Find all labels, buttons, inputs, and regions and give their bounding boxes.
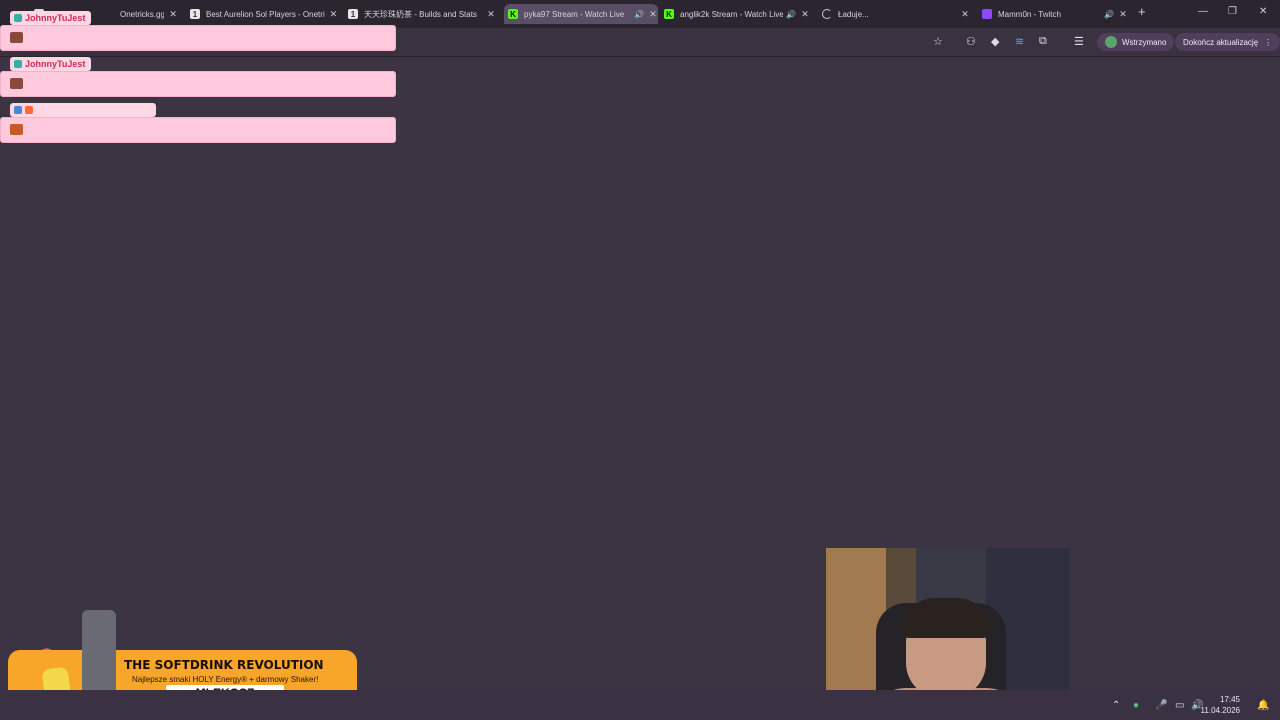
- chat-username-text: JohnnyTuJest: [25, 13, 86, 23]
- close-icon[interactable]: ✕: [648, 9, 658, 20]
- speaker-icon[interactable]: 🔊: [1104, 10, 1114, 19]
- app-tray-icon[interactable]: ●: [1133, 700, 1139, 711]
- taskbar: ⌃ ● 🎤 ▭ 🔊 17:45 11.04.2026 🔔: [0, 690, 1280, 720]
- kick-icon: K: [508, 9, 518, 19]
- tab-loading[interactable]: Ładuje... ✕: [822, 4, 970, 24]
- badge-icon: [14, 60, 22, 68]
- paused-profile-button[interactable]: Wstrzymano: [1097, 33, 1175, 51]
- emote-icon: [10, 32, 23, 43]
- chat-username-text: JohnnyTuJest: [25, 59, 86, 69]
- tab-builds[interactable]: 1 天天珍珠奶茶 - Builds and Stats ✕: [348, 4, 496, 24]
- tab-twitch[interactable]: Mamm0n - Twitch 🔊 ✕: [982, 4, 1128, 24]
- badge-icon: [25, 106, 33, 114]
- restore-button[interactable]: ❐: [1228, 6, 1237, 17]
- close-icon[interactable]: ✕: [800, 9, 810, 20]
- close-icon[interactable]: ✕: [1118, 9, 1128, 20]
- tab-title: Mamm0n - Twitch: [998, 9, 1061, 19]
- tab-title: pyka97 Stream - Watch Live: [524, 9, 625, 19]
- ad-title: THE SOFTDRINK REVOLUTION: [124, 658, 324, 672]
- chat-message: [0, 71, 396, 97]
- chat-username: [10, 103, 156, 117]
- clock[interactable]: 17:45 11.04.2026: [1201, 694, 1240, 716]
- extension-mask-icon[interactable]: ⚇: [966, 35, 976, 48]
- twitch-icon: [982, 9, 992, 19]
- tab-title: Ładuje...: [838, 9, 869, 19]
- more-icon: ⋮: [1264, 37, 1273, 47]
- ad-subtitle: Najlepsze smaki HOLY Energy® + darmowy S…: [132, 675, 319, 684]
- onetricks-icon: 1: [348, 9, 358, 19]
- close-icon[interactable]: ✕: [168, 9, 178, 20]
- close-window-button[interactable]: ✕: [1259, 6, 1267, 17]
- chat-username: JohnnyTuJest: [10, 11, 92, 25]
- reading-list-icon[interactable]: ☰: [1074, 35, 1084, 48]
- minimize-button[interactable]: —: [1198, 6, 1208, 17]
- tab-anglik2k[interactable]: K anglik2k Stream - Watch Live 🔊 ✕: [664, 4, 810, 24]
- microphone-icon[interactable]: 🎤: [1155, 700, 1167, 711]
- chat-username: JohnnyTuJest: [10, 57, 92, 71]
- notification-icon[interactable]: 🔔: [1257, 700, 1269, 711]
- chevron-up-icon[interactable]: ⌃: [1112, 700, 1120, 711]
- paused-label: Wstrzymano: [1122, 37, 1167, 47]
- speaker-icon[interactable]: 🔊: [786, 10, 796, 19]
- emote-icon: [10, 78, 23, 89]
- chat-message: [0, 25, 396, 51]
- tab-title: 天天珍珠奶茶 - Builds and Stats: [364, 9, 477, 19]
- extension-diamond-icon[interactable]: ◆: [991, 35, 999, 48]
- close-icon[interactable]: ✕: [960, 9, 970, 20]
- new-tab-button[interactable]: +: [1138, 4, 1146, 19]
- extension-wave-icon[interactable]: ≋: [1015, 35, 1024, 48]
- onetricks-icon: 1: [190, 9, 200, 19]
- tab-title: Best Aurelion Sol Players - Onetricks: [206, 9, 325, 19]
- update-label: Dokończ aktualizację: [1183, 37, 1259, 47]
- chat-message: [0, 117, 396, 143]
- close-icon[interactable]: ✕: [486, 9, 496, 20]
- clock-time: 17:45: [1219, 695, 1240, 704]
- speaker-icon[interactable]: 🔊: [634, 10, 644, 19]
- extensions-icon[interactable]: ⧉: [1039, 35, 1047, 48]
- badge-icon: [14, 106, 22, 114]
- clock-date: 11.04.2026: [1200, 706, 1240, 715]
- kick-icon: K: [664, 9, 674, 19]
- badge-icon: [14, 14, 22, 22]
- update-button[interactable]: Dokończ aktualizację ⋮: [1175, 33, 1280, 51]
- loading-spinner-icon: [822, 9, 832, 19]
- tab-strip: Onetricks.gg ✕ 1 Best Aurelion Sol Playe…: [0, 0, 1280, 28]
- tab-pyka97[interactable]: K pyka97 Stream - Watch Live 🔊 ✕: [504, 4, 658, 24]
- star-icon[interactable]: ☆: [933, 35, 943, 48]
- tab-title: anglik2k Stream - Watch Live: [680, 9, 784, 19]
- tab-aurelion[interactable]: 1 Best Aurelion Sol Players - Onetricks …: [190, 4, 338, 24]
- emote-icon: [10, 124, 23, 135]
- close-icon[interactable]: ✕: [329, 9, 338, 20]
- avatar: [1105, 36, 1117, 48]
- network-icon[interactable]: ▭: [1175, 700, 1184, 711]
